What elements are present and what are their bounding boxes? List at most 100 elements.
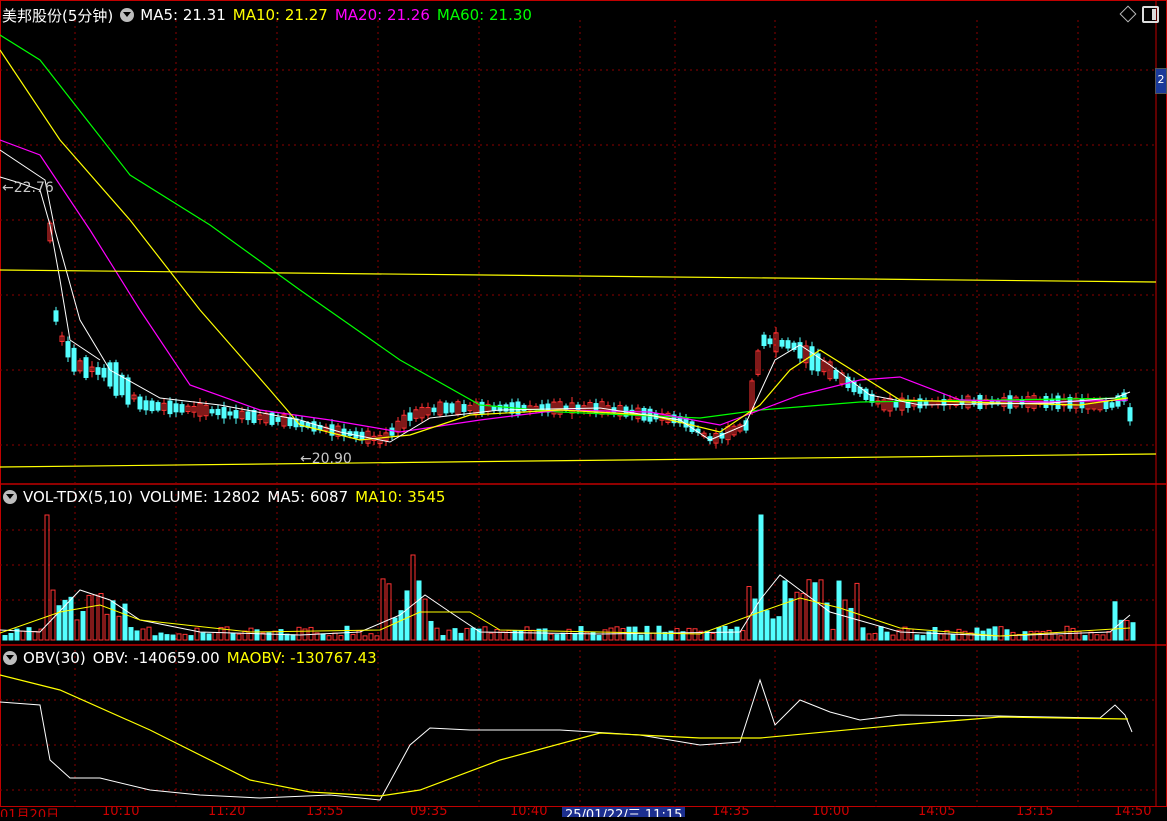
volume-bar xyxy=(758,514,764,641)
volume-bar xyxy=(1058,635,1064,641)
volume-bar xyxy=(812,582,818,641)
volume-bar xyxy=(386,583,392,641)
volume-bar xyxy=(494,628,500,641)
panel-toggle-icon[interactable] xyxy=(1142,6,1159,23)
candle-body xyxy=(761,334,767,347)
volume-bar xyxy=(836,580,842,641)
volume-bar xyxy=(170,634,176,641)
volume-bar xyxy=(746,586,752,641)
volume-ma10: MA10: 3545 xyxy=(355,488,446,506)
candle-body xyxy=(407,412,413,421)
candle-body xyxy=(245,411,251,421)
volume-bar xyxy=(176,633,182,641)
candle-body xyxy=(251,410,257,423)
dropdown-icon[interactable] xyxy=(3,490,17,504)
stock-chart-canvas[interactable] xyxy=(0,0,1167,817)
volume-bar xyxy=(800,593,806,641)
volume-bar xyxy=(392,617,398,641)
volume-bar xyxy=(362,635,368,641)
volume-title[interactable]: VOL-TDX(5,10) xyxy=(23,488,133,506)
volume-bar xyxy=(716,626,722,641)
candle-body xyxy=(137,396,143,410)
volume-bar xyxy=(554,634,560,641)
stock-title[interactable]: 美邦股份(5分钟) xyxy=(2,5,113,26)
obv-title[interactable]: OBV(30) xyxy=(23,649,86,667)
volume-bar xyxy=(236,633,242,641)
volume-bar xyxy=(1082,635,1088,641)
volume-bar xyxy=(806,579,812,641)
time-tick: 01月20日 xyxy=(0,808,60,817)
volume-bar xyxy=(164,634,170,641)
candle-body xyxy=(449,403,455,413)
candle-body xyxy=(209,409,215,414)
candle-body xyxy=(65,341,71,358)
volume-bar xyxy=(92,594,98,641)
volume-bar xyxy=(452,628,458,641)
volume-bar xyxy=(128,627,134,641)
volume-bar xyxy=(272,630,278,641)
volume-bar xyxy=(1022,631,1028,641)
volume-bar xyxy=(458,632,464,641)
volume-bar xyxy=(1130,622,1136,641)
candle-body xyxy=(95,367,101,375)
trend-line-lower xyxy=(0,453,1157,468)
volume-bar xyxy=(500,631,506,641)
volume-bar xyxy=(950,634,956,641)
time-tick: 13:55 xyxy=(306,807,344,817)
time-tick: 10:10 xyxy=(102,807,140,817)
volume-bar xyxy=(188,635,194,641)
candle-body xyxy=(1127,407,1133,422)
volume-bar xyxy=(152,635,158,641)
dropdown-icon[interactable] xyxy=(3,651,17,665)
obv-header: OBV(30) OBV: -140659.00 MAOBV: -130767.4… xyxy=(0,648,384,668)
candle-body xyxy=(233,410,239,419)
candle-body xyxy=(779,339,785,347)
time-tick: 10:40 xyxy=(510,807,548,817)
dropdown-icon[interactable] xyxy=(120,8,135,22)
volume-bar xyxy=(440,635,446,641)
candle-body xyxy=(389,427,395,436)
volume-bar xyxy=(488,632,494,641)
volume-bar xyxy=(248,627,254,641)
volume-bar xyxy=(818,579,824,641)
volume-bar xyxy=(890,634,896,641)
volume-bar xyxy=(1010,631,1016,641)
candle-body xyxy=(833,369,839,379)
candle-body xyxy=(443,402,449,414)
volume-bar xyxy=(722,625,728,641)
candle-body xyxy=(785,340,791,349)
volume-bar xyxy=(1052,633,1058,641)
volume-bar xyxy=(116,615,122,641)
volume-bar xyxy=(920,635,926,641)
volume-bar xyxy=(332,632,338,641)
volume-bar xyxy=(1100,634,1106,641)
volume-bar xyxy=(734,626,740,641)
volume-ma5-line xyxy=(0,574,1131,637)
candle-body xyxy=(173,403,179,413)
volume-bar xyxy=(866,633,872,641)
candle-body xyxy=(83,357,89,378)
candle-body xyxy=(1007,395,1013,409)
volume-bar xyxy=(764,610,770,641)
ma5-label: MA5: 21.31 xyxy=(140,6,226,24)
volume-bar xyxy=(410,554,416,641)
diamond-icon[interactable] xyxy=(1119,5,1137,23)
volume-bar xyxy=(320,633,326,641)
volume-bar xyxy=(1046,629,1052,641)
volume-bar xyxy=(902,626,908,641)
volume-bar xyxy=(464,627,470,641)
candle-body xyxy=(893,401,899,408)
chart-window: 美邦股份(5分钟) MA5: 21.31 MA10: 21.27 MA20: 2… xyxy=(0,0,1167,817)
main-header: 美邦股份(5分钟) MA5: 21.31 MA10: 21.27 MA20: 2… xyxy=(0,5,539,25)
volume-bar xyxy=(308,626,314,641)
volume-bar xyxy=(572,632,578,641)
volume-bar xyxy=(446,629,452,641)
volume-bar xyxy=(506,630,512,641)
volume-bar xyxy=(842,599,848,641)
candle-body xyxy=(563,405,569,411)
volume-bar xyxy=(482,626,488,641)
volume-bar xyxy=(26,627,32,641)
volume-bar xyxy=(350,633,356,641)
ma60-label: MA60: 21.30 xyxy=(436,6,532,24)
volume-bar xyxy=(602,629,608,641)
